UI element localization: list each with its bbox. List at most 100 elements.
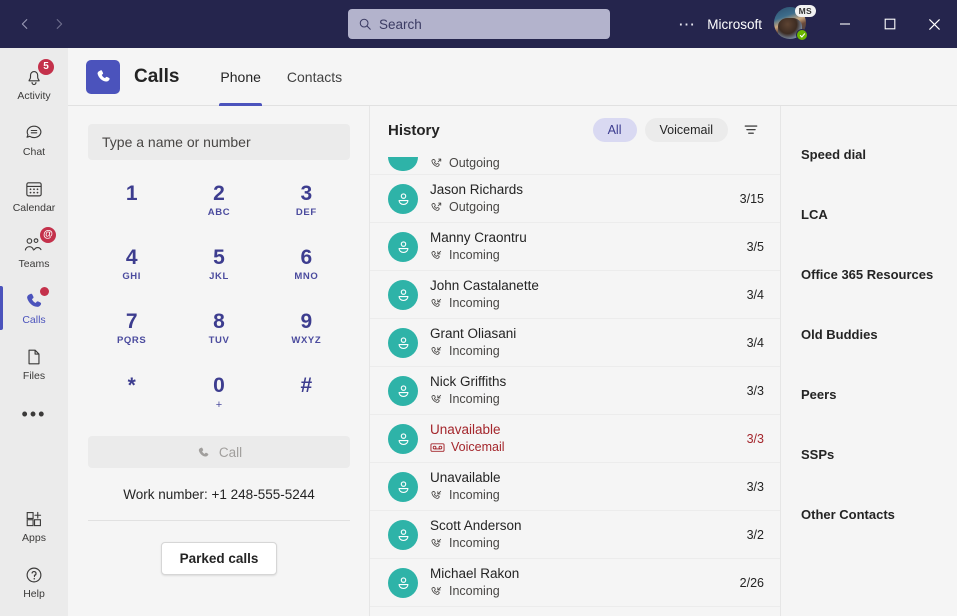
- table-row[interactable]: Nick Griffiths Incoming 3/3: [370, 367, 780, 415]
- tab-bar: Phone Contacts: [207, 48, 355, 106]
- contact-group-peers[interactable]: Peers: [781, 364, 957, 424]
- avatar: [388, 279, 418, 310]
- table-row[interactable]: Unavailable Incoming 3/3: [370, 463, 780, 511]
- parked-calls-button[interactable]: Parked calls: [160, 542, 278, 575]
- key-digit: 3: [300, 182, 313, 205]
- table-row[interactable]: Manny Craontru Incoming 3/5: [370, 223, 780, 271]
- call-button[interactable]: Call: [88, 436, 350, 468]
- dial-input[interactable]: Type a name or number: [88, 124, 350, 160]
- maximize-button[interactable]: [867, 0, 912, 48]
- voicemail-icon: [430, 442, 445, 452]
- avatar[interactable]: MS: [774, 5, 816, 41]
- row-type: Incoming: [430, 296, 735, 311]
- minimize-button[interactable]: [822, 0, 867, 48]
- contact-group-ssps[interactable]: SSPs: [781, 424, 957, 484]
- key-6[interactable]: 6 MNO: [263, 240, 350, 300]
- window-controls: [822, 0, 957, 48]
- row-name: John Castalanette: [430, 278, 539, 294]
- key-star[interactable]: *: [88, 368, 175, 428]
- search-icon: [359, 18, 371, 30]
- table-row[interactable]: Grant Oliasani Incoming 3/4: [370, 319, 780, 367]
- sidebar-item-teams[interactable]: @ Teams: [0, 224, 68, 280]
- key-digit: 9: [300, 310, 313, 333]
- avatar-badge: MS: [794, 5, 816, 18]
- row-type-label: Incoming: [449, 583, 500, 598]
- calendar-icon-wrap: [23, 177, 45, 201]
- table-row[interactable]: Michael Rakon Incoming 2/26: [370, 559, 780, 607]
- sidebar-item-apps[interactable]: Apps: [0, 498, 68, 554]
- key-7[interactable]: 7 PQRS: [88, 304, 175, 364]
- dialpad-pane: Type a name or number 1 2 ABC 3 DEF 4 GH…: [68, 106, 370, 616]
- row-text: Grant Oliasani Incoming: [430, 326, 735, 358]
- filter-button[interactable]: [738, 117, 764, 143]
- filter-all-pill[interactable]: All: [592, 118, 637, 142]
- sidebar-item-help[interactable]: Help: [0, 554, 68, 610]
- contact-group-old-buddies[interactable]: Old Buddies: [781, 304, 957, 364]
- history-list: Outgoing Jason Richards Outgoing 3/15 Ma…: [370, 154, 780, 616]
- avatar: [388, 519, 418, 550]
- row-date: 3/4: [746, 287, 764, 302]
- person-icon: [398, 433, 408, 445]
- search-input[interactable]: Search: [348, 9, 610, 39]
- parked-calls-wrap: Parked calls: [88, 542, 350, 575]
- key-pound[interactable]: #: [263, 368, 350, 428]
- phone-icon: [97, 70, 110, 82]
- row-type: Outgoing: [430, 156, 752, 171]
- table-row[interactable]: Unavailable Voicemail 3/3: [370, 415, 780, 463]
- titlebar-more-button[interactable]: ⋯: [671, 8, 703, 40]
- row-type: Incoming: [430, 488, 735, 503]
- tab-contacts[interactable]: Contacts: [274, 48, 355, 106]
- sidebar-item-label-teams: Teams: [18, 258, 50, 271]
- calls-badge-dot: [40, 287, 49, 297]
- key-letters: ABC: [207, 207, 231, 219]
- contact-group-other-contacts[interactable]: Other Contacts: [781, 484, 957, 544]
- key-digit: 0: [213, 374, 225, 397]
- sidebar-item-activity[interactable]: 5 Activity: [0, 56, 68, 112]
- close-button[interactable]: [912, 0, 957, 48]
- chevron-right-icon: [56, 19, 63, 29]
- apps-icon-wrap: [23, 507, 45, 531]
- table-row[interactable]: Outgoing: [370, 154, 780, 175]
- contact-group-lca[interactable]: LCA: [781, 184, 957, 244]
- contact-group-speed-dial[interactable]: Speed dial: [781, 124, 957, 184]
- contact-group-office-365-resources[interactable]: Office 365 Resources: [781, 244, 957, 304]
- key-3[interactable]: 3 DEF: [263, 176, 350, 236]
- row-name: Scott Anderson: [430, 518, 522, 534]
- sidebar-item-calls[interactable]: Calls: [0, 280, 68, 336]
- sidebar-item-calendar[interactable]: Calendar: [0, 168, 68, 224]
- tab-phone[interactable]: Phone: [207, 48, 273, 106]
- table-row[interactable]: John Castalanette Incoming 3/4: [370, 271, 780, 319]
- history-pane: History All Voicemail Outgoing Jason Ric…: [370, 106, 781, 616]
- minimize-icon: [839, 23, 850, 25]
- avatar: [388, 183, 418, 214]
- call-outgoing-icon: [431, 202, 442, 211]
- key-1[interactable]: 1: [88, 176, 175, 236]
- sidebar-item-chat[interactable]: Chat: [0, 112, 68, 168]
- key-0[interactable]: 0 +: [175, 368, 262, 428]
- table-row[interactable]: Scott Anderson Incoming 3/2: [370, 511, 780, 559]
- call-incoming-icon: [431, 298, 442, 307]
- filter-voicemail-pill[interactable]: Voicemail: [644, 118, 728, 142]
- row-type: Incoming: [430, 392, 735, 407]
- key-letters: +: [215, 399, 223, 412]
- key-letters: WXYZ: [291, 335, 322, 347]
- key-2[interactable]: 2 ABC: [175, 176, 262, 236]
- key-9[interactable]: 9 WXYZ: [263, 304, 350, 364]
- key-digit: 4: [125, 246, 138, 269]
- sidebar-more-button[interactable]: •••: [0, 392, 68, 436]
- back-button[interactable]: [10, 9, 40, 39]
- sidebar-item-label-files: Files: [22, 370, 46, 383]
- sidebar-item-files[interactable]: Files: [0, 336, 68, 392]
- key-5[interactable]: 5 JKL: [175, 240, 262, 300]
- avatar: [388, 157, 418, 171]
- person-icon: [398, 337, 408, 349]
- sidebar-item-label-activity: Activity: [17, 90, 51, 103]
- key-4[interactable]: 4 GHI: [88, 240, 175, 300]
- calls-icon-wrap: [23, 287, 49, 313]
- avatar: [388, 231, 418, 262]
- table-row[interactable]: Jason Richards Outgoing 3/15: [370, 175, 780, 223]
- avatar: [388, 567, 418, 598]
- app-body: 5 Activity Chat Calendar @ Teams Calls F…: [0, 48, 957, 616]
- key-8[interactable]: 8 TUV: [175, 304, 262, 364]
- forward-button[interactable]: [44, 9, 74, 39]
